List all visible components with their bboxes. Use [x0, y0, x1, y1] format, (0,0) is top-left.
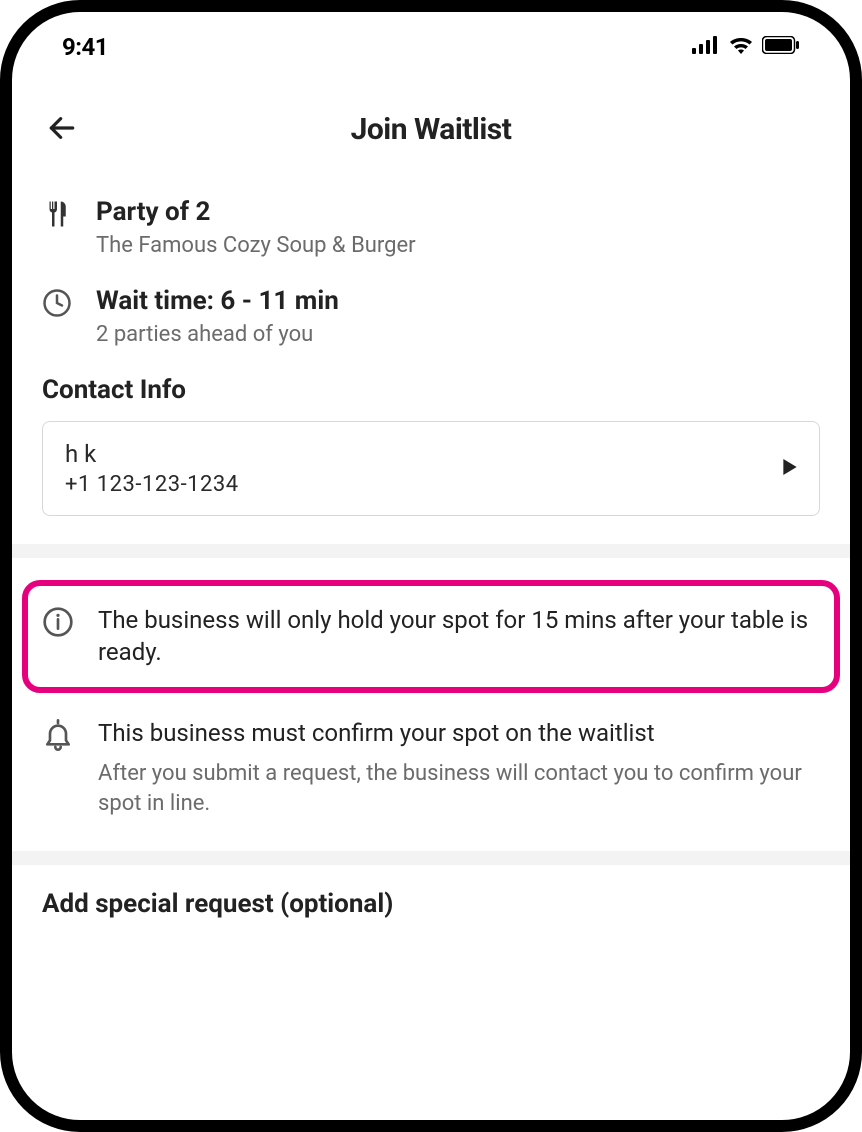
restaurant-icon	[42, 199, 74, 233]
venue-name: The Famous Cozy Soup & Burger	[96, 233, 820, 258]
cellular-icon	[692, 36, 720, 58]
party-row: Party of 2 The Famous Cozy Soup & Burger	[42, 197, 820, 258]
clock-icon	[42, 288, 74, 322]
contact-phone: +1 123-123-1234	[65, 472, 239, 497]
back-button[interactable]	[42, 110, 82, 150]
hold-notice-text: The business will only hold your spot fo…	[98, 604, 820, 669]
queue-position: 2 parties ahead of you	[96, 322, 820, 347]
page-title: Join Waitlist	[351, 112, 512, 147]
section-divider	[12, 851, 850, 865]
status-bar: 9:41	[12, 12, 850, 72]
contact-info-heading: Contact Info	[42, 375, 820, 405]
arrow-left-icon	[46, 112, 78, 148]
wait-row: Wait time: 6 - 11 min 2 parties ahead of…	[42, 286, 820, 347]
party-size-label: Party of 2	[96, 197, 820, 227]
hold-notice-row: The business will only hold your spot fo…	[42, 596, 820, 677]
hold-notice-highlight: The business will only hold your spot fo…	[22, 580, 840, 693]
status-time: 9:41	[62, 33, 108, 61]
confirm-notice-title: This business must confirm your spot on …	[98, 717, 820, 749]
battery-icon	[762, 36, 800, 58]
device-frame: 9:41 Join Waitlist P	[0, 0, 862, 1132]
status-icons	[692, 35, 800, 59]
contact-card[interactable]: h k +1 123-123-1234	[42, 421, 820, 516]
header: Join Waitlist	[12, 72, 850, 177]
info-icon	[42, 606, 76, 642]
contact-name: h k	[65, 440, 239, 468]
wifi-icon	[728, 35, 754, 59]
special-request-heading: Add special request (optional)	[12, 889, 850, 919]
confirm-notice-row: This business must confirm your spot on …	[42, 709, 820, 827]
confirm-notice-sub: After you submit a request, the business…	[98, 759, 820, 818]
bell-icon	[42, 719, 76, 755]
section-divider	[12, 544, 850, 558]
chevron-right-icon	[783, 459, 797, 479]
wait-time-label: Wait time: 6 - 11 min	[96, 286, 820, 316]
